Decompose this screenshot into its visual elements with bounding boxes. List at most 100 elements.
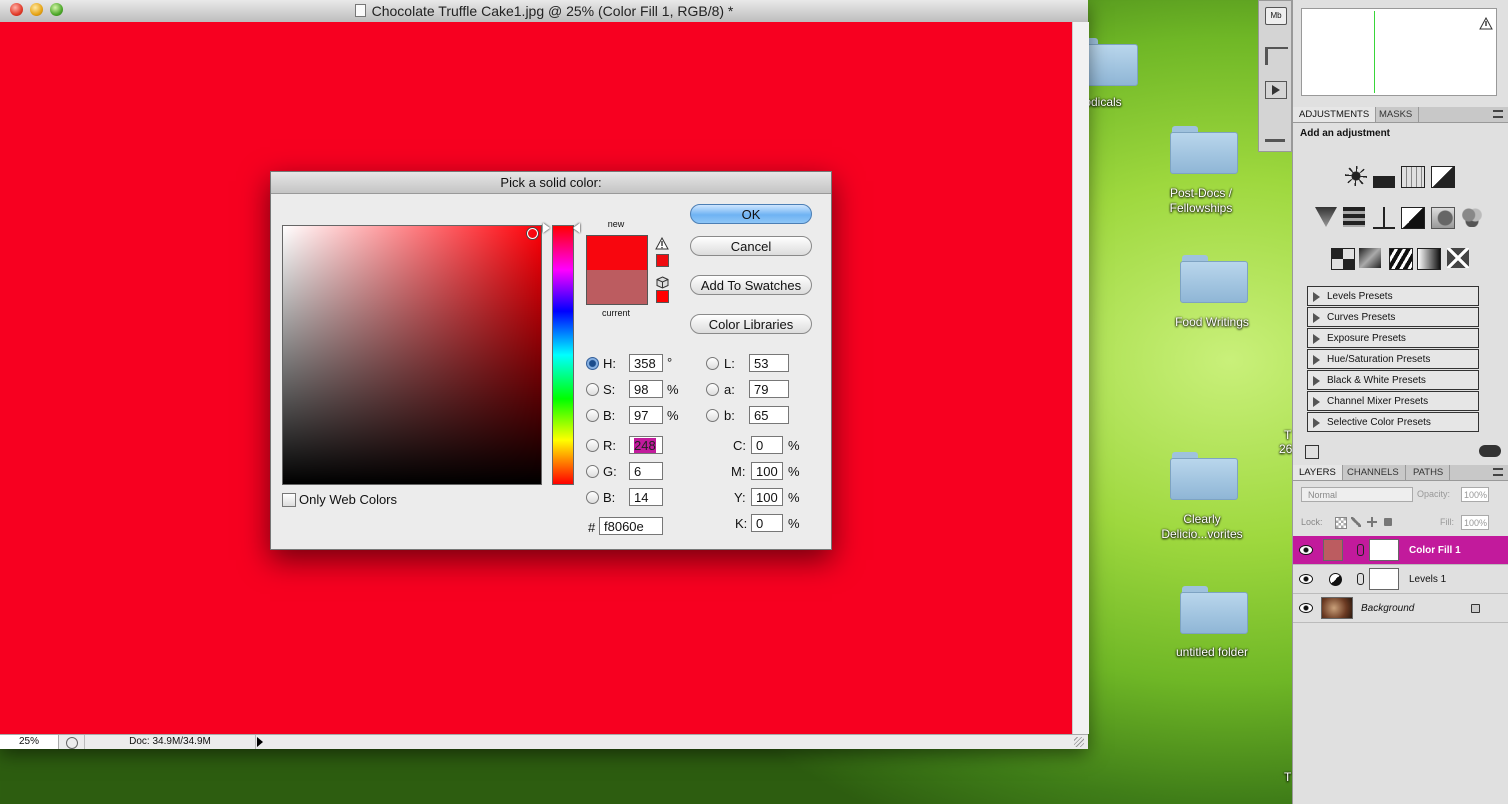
tab-masks[interactable]: MASKS bbox=[1373, 107, 1420, 122]
current-color-swatch[interactable] bbox=[586, 270, 648, 305]
lightness-radio[interactable] bbox=[706, 357, 719, 370]
b-channel-radio[interactable] bbox=[706, 409, 719, 422]
status-menu-icon[interactable] bbox=[66, 737, 78, 749]
ok-button[interactable]: OK bbox=[690, 204, 812, 224]
blend-mode-select[interactable]: Normal bbox=[1301, 487, 1413, 502]
invert-icon[interactable] bbox=[1331, 248, 1355, 270]
hue-slider-handle-right[interactable] bbox=[573, 223, 580, 233]
hue-slider-handle-left[interactable] bbox=[543, 223, 550, 233]
blue-field[interactable]: 14 bbox=[629, 488, 663, 506]
posterize-icon[interactable] bbox=[1359, 248, 1381, 268]
hue-radio[interactable] bbox=[586, 357, 599, 370]
exposure-icon[interactable] bbox=[1431, 166, 1455, 188]
preset-curves[interactable]: Curves Presets bbox=[1307, 307, 1479, 327]
brightness-contrast-icon[interactable] bbox=[1345, 166, 1367, 186]
lock-all-icon[interactable] bbox=[1384, 518, 1392, 526]
layer-row-color-fill[interactable]: Color Fill 1 bbox=[1293, 536, 1508, 565]
desktop-folder-food-writings[interactable] bbox=[1180, 255, 1248, 303]
hue-saturation-icon[interactable] bbox=[1343, 207, 1365, 227]
lock-pixels-icon[interactable] bbox=[1351, 517, 1361, 527]
color-libraries-button[interactable]: Color Libraries bbox=[690, 314, 812, 334]
desktop-folder-clearly-delicious[interactable] bbox=[1170, 452, 1238, 500]
threshold-icon[interactable] bbox=[1389, 248, 1413, 270]
add-to-swatches-button[interactable]: Add To Swatches bbox=[690, 275, 812, 295]
fill-swatch-thumbnail[interactable] bbox=[1323, 539, 1343, 561]
cyan-field[interactable]: 0 bbox=[751, 436, 783, 454]
status-arrow-icon[interactable] bbox=[257, 737, 263, 747]
actions-play-icon[interactable] bbox=[1265, 81, 1287, 99]
preset-channel-mixer[interactable]: Channel Mixer Presets bbox=[1307, 391, 1479, 411]
navigator-view-box[interactable] bbox=[1374, 11, 1375, 93]
panel-menu-icon[interactable] bbox=[1493, 110, 1503, 118]
levels-icon[interactable] bbox=[1373, 166, 1395, 188]
background-thumbnail[interactable] bbox=[1321, 597, 1353, 619]
brightness-field[interactable]: 97 bbox=[629, 406, 663, 424]
gamut-warning-icon[interactable] bbox=[655, 237, 669, 250]
gamut-color-swatch[interactable] bbox=[656, 254, 669, 267]
opacity-field[interactable]: 100% bbox=[1461, 487, 1489, 502]
green-radio[interactable] bbox=[586, 465, 599, 478]
blue-radio[interactable] bbox=[586, 491, 599, 504]
history-icon[interactable] bbox=[1265, 47, 1288, 65]
black-white-icon[interactable] bbox=[1401, 207, 1425, 229]
preset-black-white[interactable]: Black & White Presets bbox=[1307, 370, 1479, 390]
fill-field[interactable]: 100% bbox=[1461, 515, 1489, 530]
mask-thumbnail[interactable] bbox=[1369, 568, 1399, 590]
color-balance-icon[interactable] bbox=[1373, 207, 1395, 229]
web-safe-cube-icon[interactable] bbox=[656, 276, 669, 289]
red-field[interactable]: 248 bbox=[629, 436, 663, 454]
desktop-folder-post-docs[interactable] bbox=[1170, 126, 1238, 174]
web-safe-color-swatch[interactable] bbox=[656, 290, 669, 303]
vibrance-icon[interactable] bbox=[1315, 207, 1337, 227]
desktop-folder-untitled[interactable] bbox=[1180, 586, 1248, 634]
preset-levels[interactable]: Levels Presets bbox=[1307, 286, 1479, 306]
only-web-colors-checkbox[interactable] bbox=[282, 493, 296, 507]
mini-bridge-icon[interactable]: Mb bbox=[1265, 7, 1287, 25]
layers-menu-icon[interactable] bbox=[1493, 468, 1503, 476]
a-channel-radio[interactable] bbox=[706, 383, 719, 396]
lightness-field[interactable]: 53 bbox=[749, 354, 789, 372]
preset-hue-saturation[interactable]: Hue/Saturation Presets bbox=[1307, 349, 1479, 369]
brightness-radio[interactable] bbox=[586, 409, 599, 422]
preset-exposure[interactable]: Exposure Presets bbox=[1307, 328, 1479, 348]
tab-channels[interactable]: CHANNELS bbox=[1341, 465, 1406, 480]
magenta-field[interactable]: 100 bbox=[751, 462, 783, 480]
vertical-scrollbar[interactable] bbox=[1072, 22, 1089, 734]
hex-field[interactable]: f8060e bbox=[599, 517, 663, 535]
link-icon[interactable] bbox=[1357, 573, 1364, 585]
resize-grip-icon[interactable] bbox=[1074, 737, 1084, 747]
layer-row-levels[interactable]: Levels 1 bbox=[1293, 565, 1508, 594]
a-channel-field[interactable]: 79 bbox=[749, 380, 789, 398]
red-radio[interactable] bbox=[586, 439, 599, 452]
tab-adjustments[interactable]: ADJUSTMENTS bbox=[1293, 107, 1377, 122]
link-icon[interactable] bbox=[1357, 544, 1364, 556]
zoom-level[interactable]: 25% bbox=[0, 735, 59, 749]
saturation-radio[interactable] bbox=[586, 383, 599, 396]
selective-color-icon[interactable] bbox=[1447, 248, 1469, 268]
color-field[interactable] bbox=[282, 225, 542, 485]
lock-transparency-icon[interactable] bbox=[1335, 517, 1347, 529]
warning-icon[interactable] bbox=[1479, 17, 1493, 30]
green-field[interactable]: 6 bbox=[629, 462, 663, 480]
tab-layers[interactable]: LAYERS bbox=[1293, 465, 1343, 480]
preset-selective-color[interactable]: Selective Color Presets bbox=[1307, 412, 1479, 432]
photo-filter-icon[interactable] bbox=[1431, 207, 1455, 229]
channel-mixer-icon[interactable] bbox=[1461, 207, 1483, 227]
lock-position-icon[interactable] bbox=[1367, 517, 1377, 527]
eye-icon[interactable] bbox=[1299, 603, 1313, 613]
clip-to-layer-icon[interactable] bbox=[1305, 445, 1319, 459]
tab-paths[interactable]: PATHS bbox=[1407, 465, 1451, 480]
curves-icon[interactable] bbox=[1401, 166, 1425, 188]
saturation-field[interactable]: 98 bbox=[629, 380, 663, 398]
b-channel-field[interactable]: 65 bbox=[749, 406, 789, 424]
color-field-cursor[interactable] bbox=[527, 228, 538, 239]
cancel-button[interactable]: Cancel bbox=[690, 236, 812, 256]
window-titlebar[interactable]: Chocolate Truffle Cake1.jpg @ 25% (Color… bbox=[0, 0, 1088, 23]
eye-icon[interactable] bbox=[1299, 574, 1313, 584]
gradient-map-icon[interactable] bbox=[1417, 248, 1441, 270]
eye-icon[interactable] bbox=[1299, 545, 1313, 555]
mask-thumbnail[interactable] bbox=[1369, 539, 1399, 561]
black-field[interactable]: 0 bbox=[751, 514, 783, 532]
hue-field[interactable]: 358 bbox=[629, 354, 663, 372]
hue-slider[interactable] bbox=[552, 225, 574, 485]
